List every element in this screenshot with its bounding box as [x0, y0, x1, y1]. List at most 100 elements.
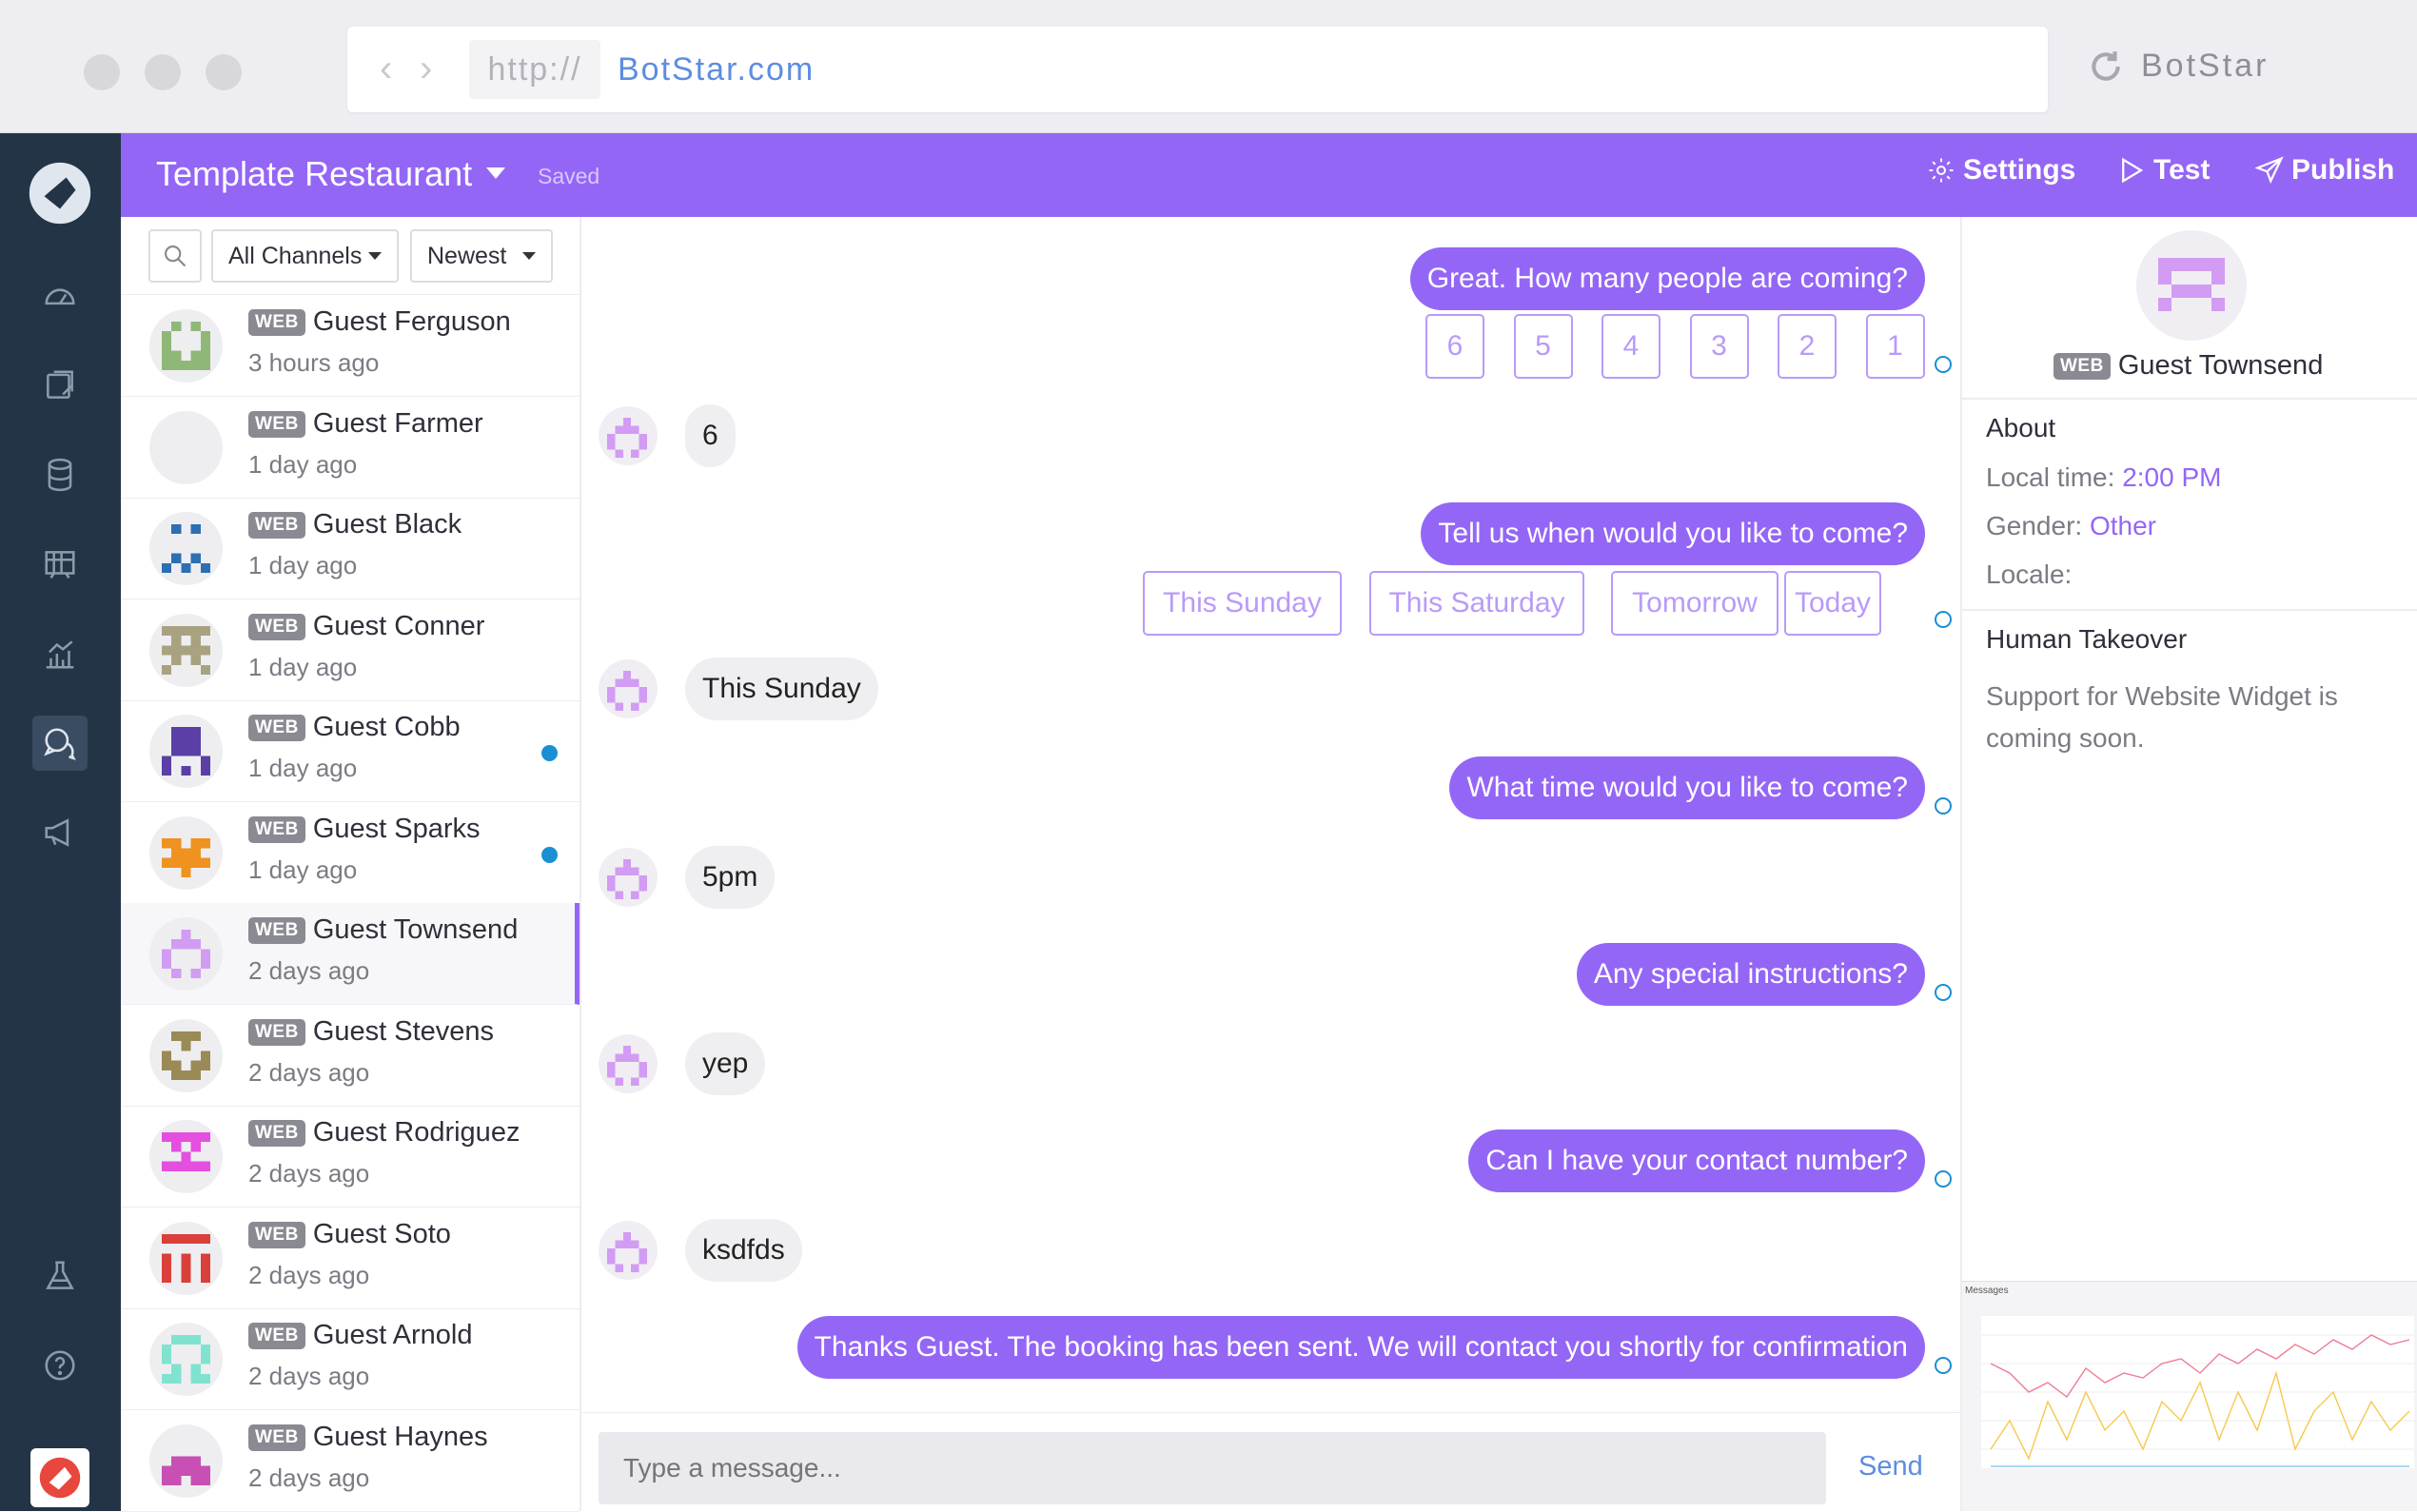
- window-minimize-dot[interactable]: [145, 54, 181, 90]
- help-icon[interactable]: [32, 1338, 88, 1393]
- lab-icon[interactable]: [32, 1248, 88, 1304]
- conversation-item[interactable]: WEB Guest Soto 2 days ago: [121, 1208, 580, 1309]
- broadcast-icon[interactable]: [32, 805, 88, 860]
- publish-label: Publish: [2291, 154, 2395, 186]
- bot-menu-chevron-down-icon[interactable]: [486, 167, 505, 179]
- conversation-item[interactable]: WEB Guest Haynes 2 days ago: [121, 1410, 580, 1512]
- conversation-item[interactable]: WEB Guest Ferguson 3 hours ago: [121, 295, 580, 397]
- user-message: 5pm: [685, 846, 776, 909]
- profile-name-text: Guest Townsend: [2117, 350, 2324, 381]
- identicon-icon: [162, 727, 210, 776]
- settings-button[interactable]: Settings: [1927, 154, 2075, 187]
- conversation-time: 2 days ago: [248, 1463, 370, 1492]
- bot-message: Any special instructions?: [1576, 943, 1925, 1006]
- about-heading: About: [1986, 413, 2056, 442]
- conversation-name-text: Guest Cobb: [312, 712, 461, 742]
- sort-dropdown[interactable]: Newest: [410, 229, 553, 283]
- delivery-status-icon: [1935, 611, 1952, 628]
- test-button[interactable]: Test: [2117, 154, 2210, 187]
- conversation-item[interactable]: WEB Guest Cobb 1 day ago: [121, 700, 580, 802]
- conversation-item[interactable]: WEB Guest Black 1 day ago: [121, 498, 580, 599]
- user-avatar: [599, 1034, 658, 1093]
- conversation-name: WEB Guest Ferguson: [248, 306, 511, 338]
- send-button[interactable]: Send: [1858, 1451, 1923, 1483]
- channel-badge: WEB: [248, 815, 305, 843]
- channel-badge: WEB: [248, 1018, 305, 1046]
- conversation-name-text: Guest Haynes: [312, 1421, 488, 1452]
- conversation-time: 2 days ago: [248, 1159, 370, 1188]
- conversation-item[interactable]: WEB Guest Sparks 1 day ago: [121, 802, 580, 904]
- delivery-status-icon: [1935, 797, 1952, 815]
- channel-filter-value: All Channels: [228, 243, 363, 269]
- conversation-name: WEB Guest Stevens: [248, 1016, 494, 1048]
- window-close-dot[interactable]: [84, 54, 120, 90]
- quick-reply-button[interactable]: 2: [1778, 314, 1837, 379]
- avatar: [149, 1221, 223, 1295]
- conversation-name-text: Guest Rodriguez: [312, 1117, 521, 1148]
- botstar-logo-icon[interactable]: [29, 162, 91, 225]
- database-icon[interactable]: [32, 447, 88, 502]
- forward-icon[interactable]: ›: [420, 48, 432, 90]
- conversation-item[interactable]: WEB Guest Townsend 2 days ago: [121, 903, 580, 1005]
- identicon-icon: [162, 423, 210, 472]
- avatar: [149, 410, 223, 484]
- conversation-name-text: Guest Arnold: [312, 1320, 473, 1350]
- back-icon[interactable]: ‹: [380, 48, 392, 90]
- quick-reply-button[interactable]: 4: [1602, 314, 1660, 379]
- identicon-icon: [607, 418, 647, 458]
- cms-icon[interactable]: [32, 537, 88, 592]
- conversation-item[interactable]: WEB Guest Rodriguez 2 days ago: [121, 1106, 580, 1208]
- quick-reply-button[interactable]: 6: [1425, 314, 1484, 379]
- conversation-time: 3 hours ago: [248, 348, 380, 377]
- play-icon: [2122, 157, 2144, 184]
- quick-reply-button[interactable]: Tomorrow: [1611, 571, 1778, 636]
- conversation-item[interactable]: WEB Guest Farmer 1 day ago: [121, 397, 580, 499]
- browser-brand: BotStar: [2088, 48, 2269, 85]
- conversation-time: 2 days ago: [248, 1057, 370, 1087]
- conversation-time: 1 day ago: [248, 754, 358, 782]
- quick-reply-button[interactable]: 3: [1689, 314, 1749, 379]
- app-sidebar: [0, 133, 121, 1511]
- window-zoom-dot[interactable]: [206, 54, 242, 90]
- conversation-item[interactable]: WEB Guest Arnold 2 days ago: [121, 1308, 580, 1410]
- conversation-item[interactable]: WEB Guest Conner 1 day ago: [121, 599, 580, 701]
- chevron-down-icon: [368, 252, 382, 260]
- conversation-name-text: Guest Farmer: [312, 407, 483, 439]
- gender-value: Other: [2089, 511, 2156, 540]
- publish-button[interactable]: Publish: [2255, 154, 2394, 187]
- user-avatar[interactable]: [30, 1448, 89, 1507]
- gear-icon: [1929, 158, 1954, 183]
- identicon-icon: [2158, 258, 2225, 311]
- livechat-icon[interactable]: [32, 716, 88, 771]
- avatar: [149, 815, 223, 890]
- delivery-status-icon: [1935, 984, 1952, 1001]
- url-domain: BotStar.com: [618, 51, 815, 88]
- flows-icon[interactable]: [32, 358, 88, 413]
- message-input[interactable]: [599, 1432, 1826, 1504]
- dashboard-icon[interactable]: [32, 268, 88, 324]
- quick-reply-button[interactable]: This Sunday: [1143, 571, 1342, 636]
- chat-panel: Great. How many people are coming? 6 5 4 3 2 1…: [581, 217, 1960, 1511]
- channel-badge: WEB: [248, 917, 305, 944]
- quick-reply-button[interactable]: This Saturday: [1369, 571, 1584, 636]
- conversation-time: 2 days ago: [248, 1260, 370, 1289]
- address-bar[interactable]: ‹ › http:// BotStar.com: [347, 27, 2048, 112]
- conversation-time: 2 days ago: [248, 956, 370, 985]
- conversation-name-text: Guest Ferguson: [312, 306, 511, 337]
- quick-reply-button[interactable]: 1: [1865, 314, 1925, 379]
- analytics-icon[interactable]: [32, 626, 88, 681]
- local-time-label: Local time:: [1986, 462, 2115, 492]
- bot-title[interactable]: Template Restaurant: [156, 154, 472, 194]
- quick-reply-button[interactable]: Today: [1784, 571, 1881, 636]
- conversation-item[interactable]: WEB Guest Stevens 2 days ago: [121, 1005, 580, 1107]
- reload-icon[interactable]: [2088, 49, 2124, 85]
- identicon-icon: [162, 930, 210, 978]
- conversation-name-text: Guest Soto: [312, 1218, 451, 1249]
- divider: [1962, 398, 2417, 400]
- message-composer: Send: [581, 1412, 1960, 1511]
- channel-filter-dropdown[interactable]: All Channels: [211, 229, 399, 283]
- search-button[interactable]: [148, 229, 202, 283]
- channel-badge: WEB: [248, 1221, 305, 1248]
- quick-reply-button[interactable]: 5: [1513, 314, 1573, 379]
- identicon-icon: [607, 1232, 647, 1272]
